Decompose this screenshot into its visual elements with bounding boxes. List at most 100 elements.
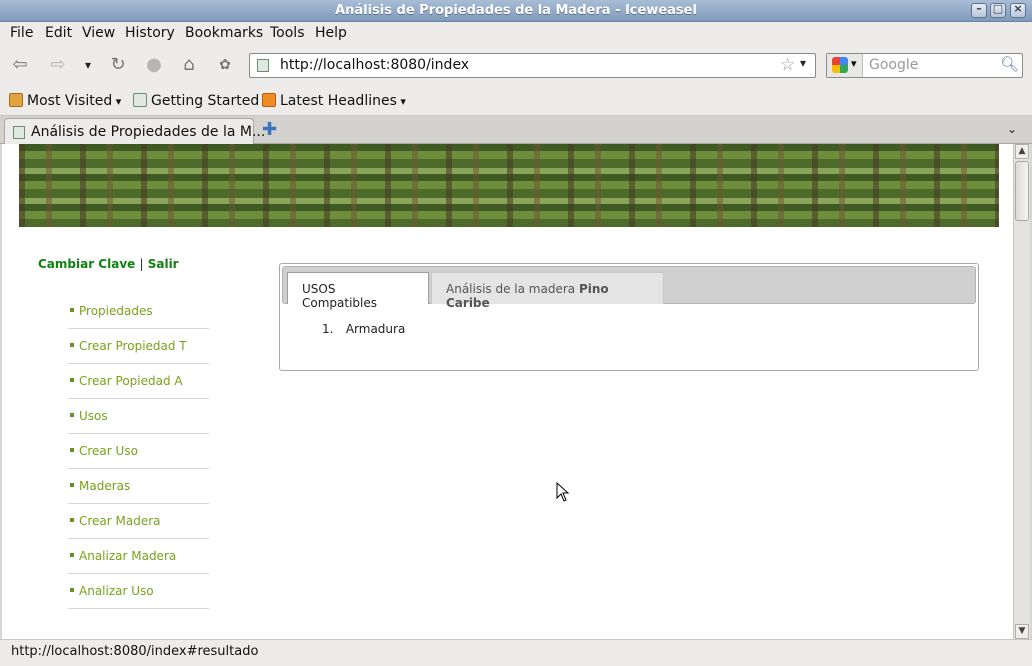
mouse-cursor-icon <box>556 482 570 502</box>
bookmark-getting-started[interactable]: Getting Started <box>133 93 259 109</box>
menu-bar: File Edit View History Bookmarks Tools H… <box>0 22 1032 44</box>
sidebar-item-label[interactable]: Crear Uso <box>79 444 138 458</box>
sidebar-item-label[interactable]: Crear Propiedad T <box>79 339 187 353</box>
sidebar-item-label[interactable]: Crear Madera <box>79 514 161 528</box>
bookmarks-toolbar: Most Visited ▾ Getting Started Latest He… <box>0 86 1032 116</box>
scroll-down-icon[interactable]: ▼ <box>1015 624 1029 639</box>
status-bar: http://localhost:8080/index#resultado <box>0 639 1032 666</box>
maximize-icon: □ <box>992 2 1004 15</box>
search-engine-selector[interactable]: ▾ <box>827 54 863 77</box>
logout-link[interactable]: Salir <box>148 257 179 271</box>
bullet-icon <box>70 483 74 487</box>
menu-tools[interactable]: Tools <box>270 25 305 41</box>
rss-icon <box>262 93 276 107</box>
account-links: Cambiar Clave | Salir <box>38 257 179 271</box>
sidebar-item-label[interactable]: Crear Popiedad A <box>79 374 183 388</box>
window-title-bar: Análisis de Propiedades de la Madera - I… <box>0 0 1032 22</box>
sidebar-item-label[interactable]: Propiedades <box>79 304 153 318</box>
bookmark-label: Getting Started <box>151 93 260 109</box>
menu-bookmarks[interactable]: Bookmarks <box>185 25 263 41</box>
minimize-button[interactable]: – <box>971 2 987 18</box>
bullet-icon <box>70 518 74 522</box>
site-favicon <box>257 59 269 72</box>
bullet-icon <box>70 343 74 347</box>
chevron-down-icon: ▾ <box>396 95 406 108</box>
menu-edit[interactable]: Edit <box>45 25 72 41</box>
sidebar-item-label[interactable]: Maderas <box>79 479 130 493</box>
scroll-up-icon[interactable]: ▲ <box>1015 144 1029 159</box>
close-icon: × <box>1013 2 1023 15</box>
bookmark-label: Latest Headlines <box>280 93 397 109</box>
back-icon[interactable]: ⇦ <box>8 53 32 77</box>
sidebar-item-analizar-madera[interactable]: Analizar Madera <box>68 539 209 574</box>
chevron-down-icon: ▾ <box>112 95 122 108</box>
search-input[interactable]: Google <box>869 57 918 73</box>
stop-icon[interactable]: ● <box>142 53 166 77</box>
sidebar-item-maderas[interactable]: Maderas <box>68 469 209 504</box>
tab-analisis-label: Análisis de la madera <box>446 282 576 296</box>
history-dropdown-icon[interactable]: ▾ <box>76 53 100 77</box>
url-input[interactable]: http://localhost:8080/index <box>280 57 469 73</box>
window-title: Análisis de Propiedades de la Madera - I… <box>335 3 697 18</box>
list-item-label: Armadura <box>345 322 406 336</box>
bookmark-latest-headlines[interactable]: Latest Headlines ▾ <box>262 93 406 109</box>
bullet-icon <box>70 378 74 382</box>
chevron-down-icon: ▾ <box>851 57 857 70</box>
reload-icon[interactable]: ↻ <box>106 53 130 77</box>
sidebar-item-analizar-uso[interactable]: Analizar Uso <box>68 574 209 609</box>
url-dropdown-icon[interactable]: ▾ <box>800 56 806 70</box>
tab-list-icon[interactable]: ⌄ <box>1007 122 1017 136</box>
sidebar-item-usos[interactable]: Usos <box>68 399 209 434</box>
bullet-icon <box>70 588 74 592</box>
menu-file[interactable]: File <box>10 25 33 41</box>
page-icon <box>133 93 147 107</box>
sidebar-item-crear-uso[interactable]: Crear Uso <box>68 434 209 469</box>
link-separator: | <box>139 257 144 271</box>
change-password-link[interactable]: Cambiar Clave <box>38 257 135 271</box>
bookmark-star-icon[interactable]: ☆ <box>780 55 795 75</box>
bookmark-label: Most Visited <box>27 93 113 109</box>
list-item: 1. Armadura <box>322 322 405 336</box>
search-bar[interactable]: ▾ Google 🔍︎ <box>826 53 1023 78</box>
bullet-icon <box>70 308 74 312</box>
home-icon[interactable]: ⌂ <box>177 53 201 77</box>
tab-analisis-madera[interactable]: Análisis de la madera Pino Caribe <box>431 272 664 310</box>
sidebar-item-crear-madera[interactable]: Crear Madera <box>68 504 209 539</box>
list-item-number: 1. <box>322 322 334 336</box>
menu-view[interactable]: View <box>82 25 115 41</box>
new-tab-icon[interactable]: ✚ <box>262 119 277 140</box>
bullet-icon <box>70 553 74 557</box>
forest-banner-image <box>19 144 999 227</box>
tab-active[interactable]: Análisis de Propiedades de la M... <box>4 118 265 144</box>
scroll-thumb[interactable] <box>1015 161 1029 221</box>
panel-tab-bar: USOS Compatibles Análisis de la madera P… <box>282 266 976 310</box>
tab-usos-compatibles[interactable]: USOS Compatibles <box>287 272 429 310</box>
vertical-scrollbar[interactable]: ▲ ▼ <box>1013 144 1030 639</box>
search-icon[interactable]: 🔍︎ <box>1000 55 1019 73</box>
sidebar-item-label[interactable]: Analizar Uso <box>79 584 154 598</box>
page-content: Cambiar Clave | Salir Propiedades Crear … <box>2 144 1013 639</box>
site-favicon <box>13 126 25 139</box>
close-button[interactable]: × <box>1010 2 1026 18</box>
folder-icon <box>9 93 23 107</box>
sidebar-item-crear-propiedad-t[interactable]: Crear Propiedad T <box>68 329 209 364</box>
status-text: http://localhost:8080/index#resultado <box>11 644 259 659</box>
sidebar-item-label[interactable]: Analizar Madera <box>79 549 176 563</box>
menu-help[interactable]: Help <box>315 25 347 41</box>
tab-label: Análisis de Propiedades de la M... <box>31 124 266 140</box>
results-panel: USOS Compatibles Análisis de la madera P… <box>279 263 979 371</box>
bullet-icon <box>70 413 74 417</box>
sidebar-item-crear-popiedad-a[interactable]: Crear Popiedad A <box>68 364 209 399</box>
maximize-button[interactable]: □ <box>990 2 1006 18</box>
sidebar-item-label[interactable]: Usos <box>79 409 108 423</box>
sidebar-nav: Propiedades Crear Propiedad T Crear Popi… <box>68 294 209 609</box>
extension-icon[interactable]: ✿ <box>213 53 237 77</box>
url-bar[interactable]: http://localhost:8080/index ☆ ▾ <box>249 53 816 78</box>
bookmark-most-visited[interactable]: Most Visited ▾ <box>9 93 121 109</box>
sidebar-item-propiedades[interactable]: Propiedades <box>68 294 209 329</box>
navigation-toolbar: ⇦ ⇨ ▾ ↻ ● ⌂ ✿ http://localhost:8080/inde… <box>0 44 1032 86</box>
compatible-uses-list: 1. Armadura <box>322 322 405 336</box>
forward-icon[interactable]: ⇨ <box>46 53 70 77</box>
tab-bar: Análisis de Propiedades de la M... ✚ ⌄ <box>0 116 1032 144</box>
menu-history[interactable]: History <box>125 25 175 41</box>
